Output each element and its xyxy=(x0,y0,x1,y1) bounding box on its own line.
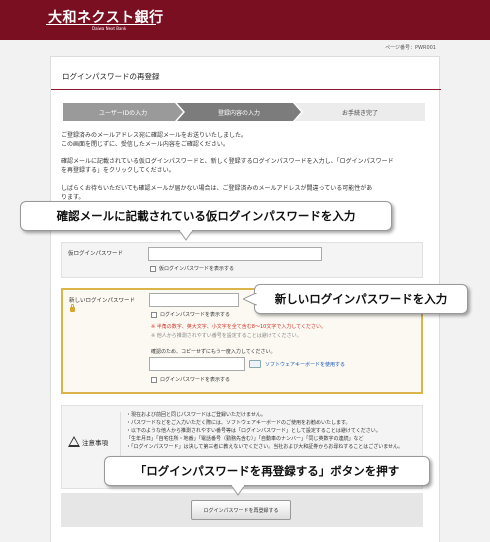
new-password-input[interactable] xyxy=(149,293,239,307)
callout-pointer xyxy=(231,485,246,496)
lock-icon xyxy=(70,304,75,312)
progress-steps: ユーザーIDの入力 登録内容の入力 お手続き完了 xyxy=(63,103,425,121)
callout-new-password: 新しいログインパスワードを入力 xyxy=(243,284,468,314)
submit-area: ログインパスワードを再登録する xyxy=(61,493,423,527)
caution-line: ・現在および前回と同じパスワードはご登録いただけません。 xyxy=(126,412,266,418)
confirm-password-label: 確認のため、コピーせずにもう一度入力してください。 xyxy=(151,349,276,355)
callout-pointer xyxy=(243,293,257,306)
show-temp-password-checkbox[interactable]: 仮ログインパスワードを表示する xyxy=(150,265,234,272)
caution-line: ・パスワードなどをご入力いただく際には、ソフトウェアキーボードのご使用をお勧めい… xyxy=(126,420,351,426)
software-keyboard-link[interactable]: ソフトウェアキーボードを使用する xyxy=(265,361,345,368)
step-user-id: ユーザーIDの入力 xyxy=(63,103,183,121)
logo-underline xyxy=(46,24,156,25)
warning-icon xyxy=(68,436,80,447)
caution-title: 注意事項 xyxy=(82,439,108,447)
temp-password-section: 仮ログインパスワード 仮ログインパスワードを表示する xyxy=(61,242,423,278)
callout-temp-password-text: 確認メールに記載されている仮ログインパスワードを入力 xyxy=(56,209,356,223)
temp-password-label: 仮ログインパスワード xyxy=(68,251,124,257)
site-header: 大和ネクスト銀行 Daiwa Next Bank xyxy=(0,0,490,40)
reregister-password-button[interactable]: ログインパスワードを再登録する xyxy=(191,500,291,520)
keyboard-icon[interactable] xyxy=(249,360,261,368)
show-new-password-label: ログインパスワードを表示する xyxy=(160,312,231,318)
caution-line: ・「ログインパスワード」は決して第三者に教えないでください。当社および大和証券か… xyxy=(126,444,404,450)
intro-line-2: この画面を閉じずに、受信したメール内容をご確認ください。 xyxy=(61,141,229,148)
checkbox-box[interactable] xyxy=(150,265,156,272)
show-confirm-password-checkbox[interactable]: ログインパスワードを表示する xyxy=(151,376,230,383)
callout-new-password-text: 新しいログインパスワードを入力 xyxy=(274,292,448,306)
bank-logo-subtitle: Daiwa Next Bank xyxy=(92,26,127,31)
caution-line: ・以下のような他人から推測されやすい番号等は「ログインパスワード」として設定する… xyxy=(126,428,381,434)
show-temp-password-label: 仮ログインパスワードを表示する xyxy=(159,266,235,272)
password-rule-warning: ※ 半角の数字、英大文字、小文字を全て含む8〜10文字で入力してください。 xyxy=(151,324,327,330)
step-registration: 登録内容の入力 xyxy=(177,103,301,121)
show-new-password-checkbox[interactable]: ログインパスワードを表示する xyxy=(151,311,230,318)
password-rule-note: ※ 他人から推測されやすい番号を設定することは避けてください。 xyxy=(151,333,302,339)
checkbox-box[interactable] xyxy=(151,376,157,383)
callout-submit-text: 「ログインパスワードを再登録する」ボタンを押す xyxy=(134,464,400,478)
intro-line-1: ご登録済みのメールアドレス宛に確認メールをお送りいたしました。 xyxy=(61,132,248,139)
step-complete: お手続き完了 xyxy=(295,103,425,121)
caution-line: 「生年月日」「自宅住所・地番」「電話番号（勤務先含む）」「自動車のナンバー」「同… xyxy=(126,436,364,442)
new-password-label: 新しいログインパスワード xyxy=(69,298,136,304)
checkbox-box[interactable] xyxy=(151,311,157,318)
callout-submit: 「ログインパスワードを再登録する」ボタンを押す xyxy=(104,456,430,496)
instruction-line-2: を再登録する」をクリックしてください。 xyxy=(61,167,175,174)
callout-temp-password: 確認メールに記載されている仮ログインパスワードを入力 xyxy=(20,201,392,241)
page-number: ページ番号：PWR001 xyxy=(385,45,436,51)
instruction-line-1: 確認メールに記載されている仮ログインパスワードと、新しく登録するログインパスワー… xyxy=(61,158,394,165)
title-divider xyxy=(51,89,441,90)
info-line-1: しばらくお待ちいただいても確認メールが届かない場合は、ご登録済みのメールアドレス… xyxy=(61,185,373,192)
show-confirm-password-label: ログインパスワードを表示する xyxy=(160,377,231,383)
confirm-password-input[interactable] xyxy=(149,357,245,371)
callout-pointer xyxy=(179,230,194,241)
page-title: ログインパスワードの再登録 xyxy=(62,72,160,81)
temp-password-input[interactable] xyxy=(148,247,322,261)
